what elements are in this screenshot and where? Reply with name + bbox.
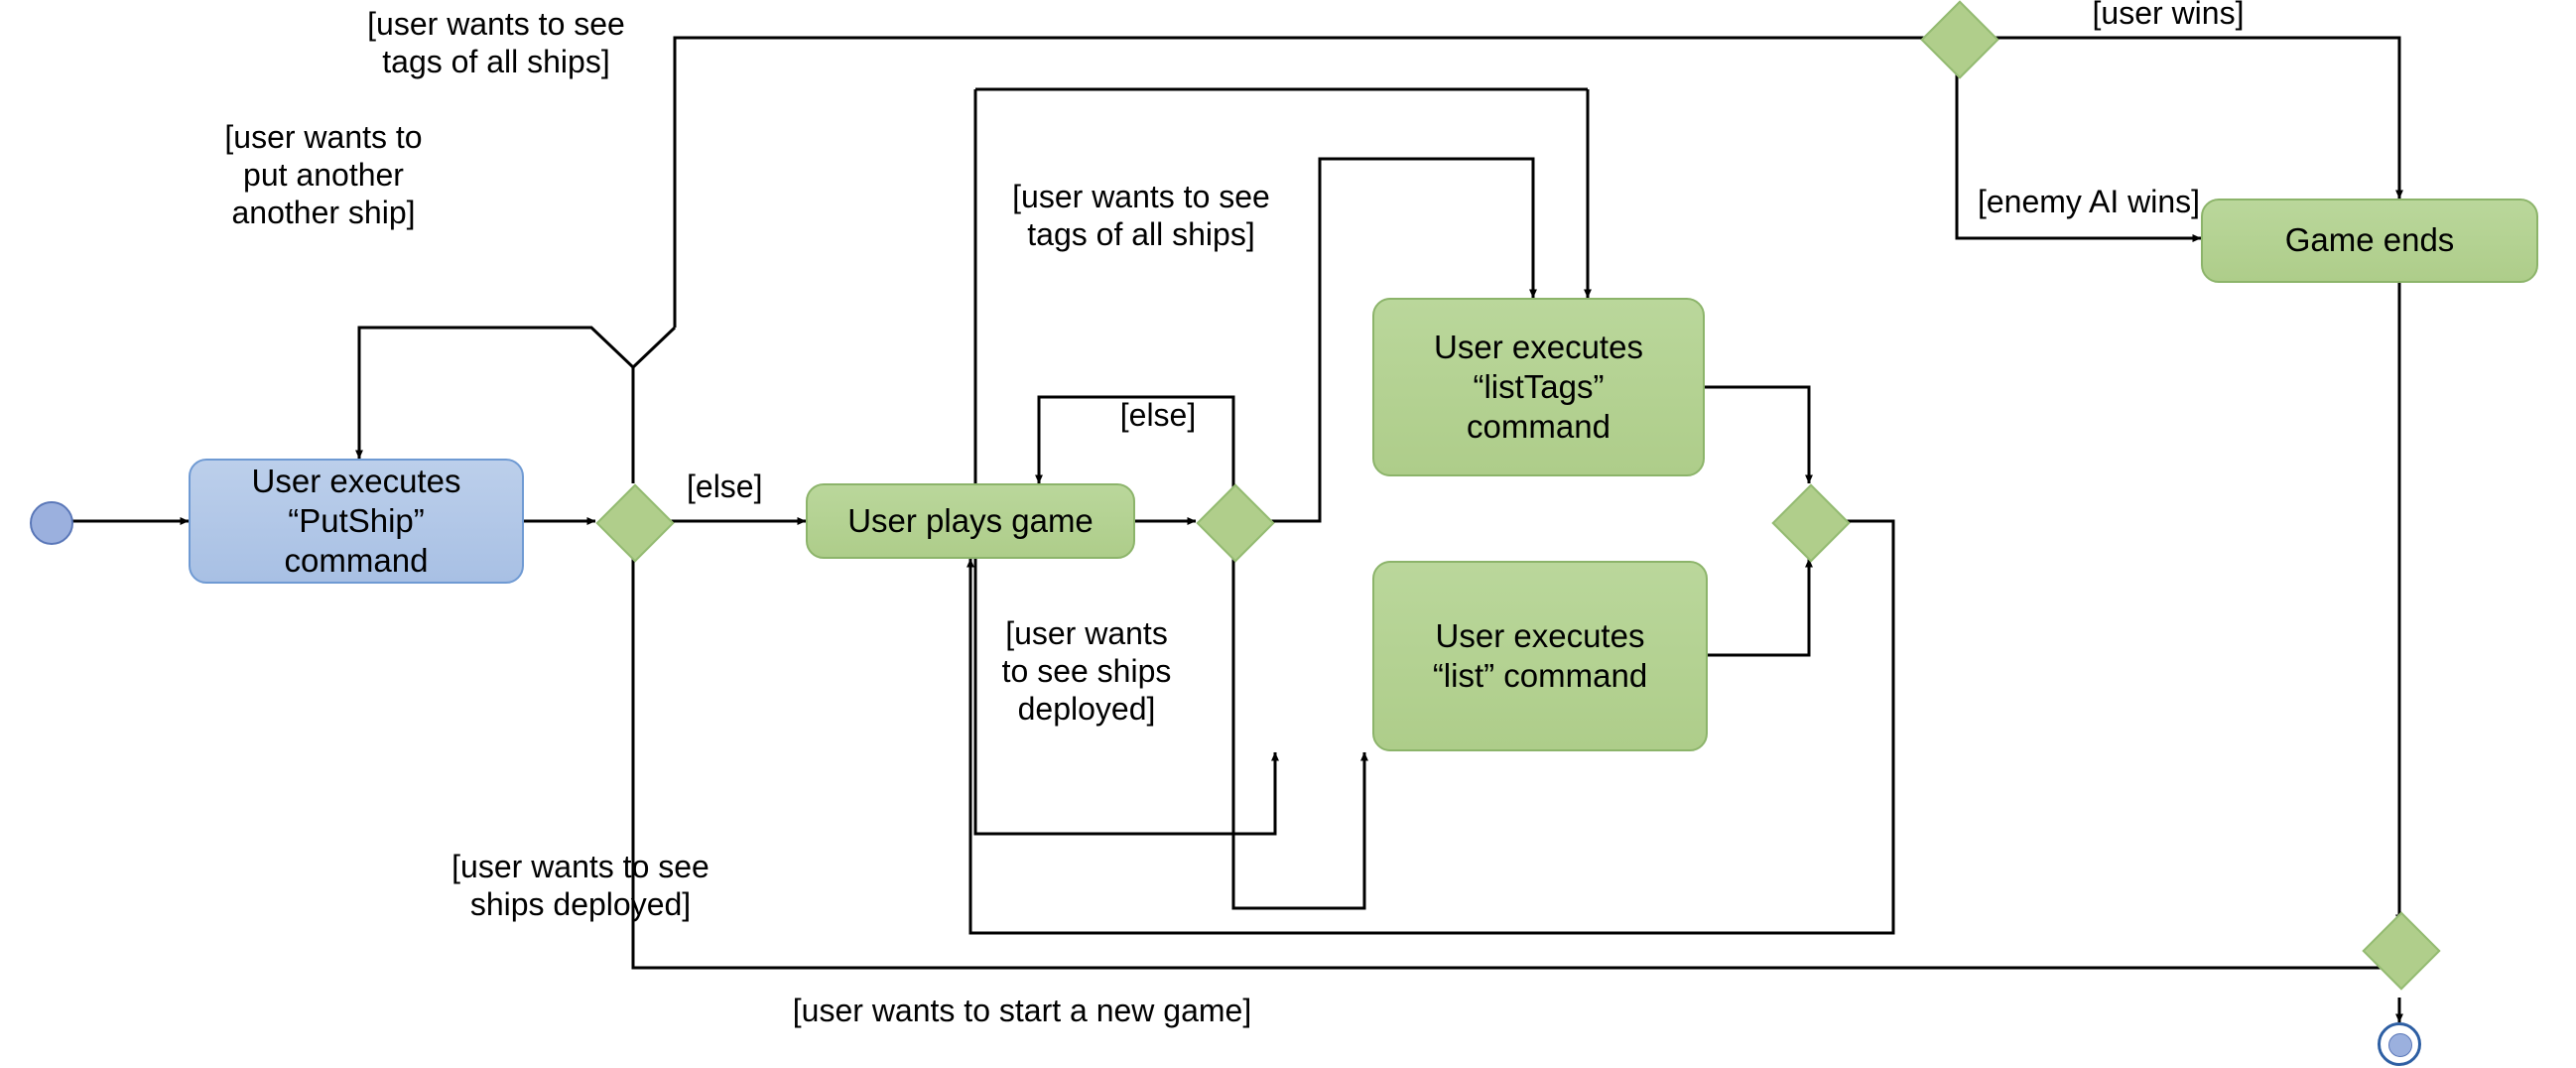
decision-winner[interactable] <box>1920 0 1999 79</box>
edge-label-enemy-ai-wins: [enemy AI wins] <box>1977 184 2201 219</box>
activity-putship-command[interactable]: User executes “PutShip” command <box>189 459 524 584</box>
edge-label-else-after-plays-game: [else] <box>1119 397 1197 433</box>
edge-label-ships-deployed-mid: [user wants to see ships deployed] <box>1001 615 1172 727</box>
activity-game-ends[interactable]: Game ends <box>2201 199 2538 283</box>
merge-command-branches[interactable] <box>1771 483 1851 563</box>
decision-after-putship[interactable] <box>595 483 675 563</box>
edge-tags-top-rail-to-winner-decision <box>673 34 1936 328</box>
edge-putanother-loopback-to-putship <box>355 326 635 460</box>
edge-label-tags-of-all-ships-mid: [user wants to see tags of all ships] <box>1012 179 1270 252</box>
edge-label-start-new-game: [user wants to start a new game] <box>792 993 1252 1028</box>
edge-list-to-merge <box>1707 558 1813 657</box>
edge-label-else-after-putship: [else] <box>687 468 763 504</box>
merge-final[interactable] <box>2362 911 2441 991</box>
activity-listtags-command[interactable]: User executes “listTags” command <box>1372 298 1705 476</box>
edge-label-tags-of-all-ships-top: [user wants to see tags of all ships] <box>367 6 625 79</box>
edge-decision2-bottom-to-list <box>1231 559 1368 910</box>
edge-label-put-another-ship: [user wants to put another another ship] <box>224 119 423 230</box>
activity-list-command[interactable]: User executes “list” command <box>1372 561 1708 751</box>
decision-after-plays-game[interactable] <box>1196 483 1275 563</box>
edge-listtags-to-merge <box>1704 385 1813 484</box>
edge-label-user-wins: [user wins] <box>2092 0 2245 31</box>
activity-plays-game[interactable]: User plays game <box>806 483 1135 559</box>
activity-diagram-canvas: User executes “PutShip” command User pla… <box>0 0 2576 1068</box>
final-node-core <box>2388 1033 2412 1057</box>
final-node <box>2378 1022 2421 1066</box>
edge-decision1-up-right-branch <box>631 326 677 483</box>
edge-userwins-to-gameends <box>1980 36 2403 200</box>
edge-label-ships-deployed-bottom: [user wants to see ships deployed] <box>451 849 709 922</box>
initial-node <box>30 501 73 545</box>
